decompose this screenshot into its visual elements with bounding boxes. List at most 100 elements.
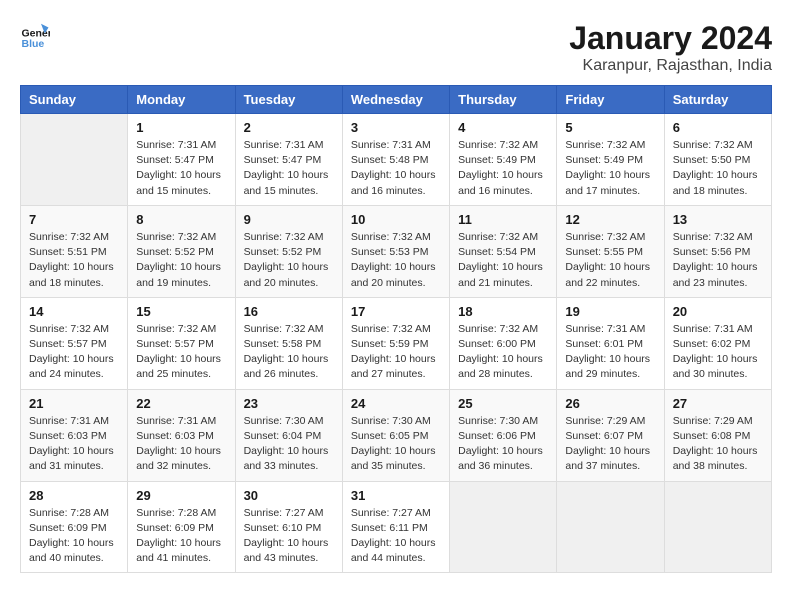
day-info: Sunrise: 7:28 AM Sunset: 6:09 PM Dayligh… bbox=[136, 506, 226, 567]
day-info: Sunrise: 7:32 AM Sunset: 5:52 PM Dayligh… bbox=[244, 230, 334, 291]
day-info: Sunrise: 7:32 AM Sunset: 5:59 PM Dayligh… bbox=[351, 322, 441, 383]
day-info: Sunrise: 7:28 AM Sunset: 6:09 PM Dayligh… bbox=[29, 506, 119, 567]
calendar-cell: 10Sunrise: 7:32 AM Sunset: 5:53 PM Dayli… bbox=[342, 205, 449, 297]
day-info: Sunrise: 7:30 AM Sunset: 6:06 PM Dayligh… bbox=[458, 414, 548, 475]
day-info: Sunrise: 7:32 AM Sunset: 5:49 PM Dayligh… bbox=[565, 138, 655, 199]
day-info: Sunrise: 7:32 AM Sunset: 5:53 PM Dayligh… bbox=[351, 230, 441, 291]
calendar-cell: 9 Sunrise: 7:32 AM Sunset: 5:52 PM Daylig… bbox=[235, 205, 342, 297]
weekday-header-monday: Monday bbox=[128, 86, 235, 114]
location-subtitle: Karanpur, Rajasthan, India bbox=[569, 57, 772, 75]
day-number: 19 bbox=[565, 304, 655, 319]
day-number: 12 bbox=[565, 212, 655, 227]
day-number: 20 bbox=[673, 304, 763, 319]
calendar-cell: 28 Sunrise: 7:28 AM Sunset: 6:09 PM Dayli… bbox=[21, 481, 128, 573]
day-info: Sunrise: 7:29 AM Sunset: 6:07 PM Dayligh… bbox=[565, 414, 655, 475]
day-info: Sunrise: 7:32 AM Sunset: 5:54 PM Dayligh… bbox=[458, 230, 548, 291]
calendar-cell: 6Sunrise: 7:32 AM Sunset: 5:50 PM Daylig… bbox=[664, 114, 771, 206]
calendar-cell: 30 Sunrise: 7:27 AM Sunset: 6:10 PM Dayli… bbox=[235, 481, 342, 573]
day-info: Sunrise: 7:32 AM Sunset: 5:52 PM Dayligh… bbox=[136, 230, 226, 291]
day-info: Sunrise: 7:32 AM Sunset: 5:57 PM Dayligh… bbox=[29, 322, 119, 383]
svg-text:Blue: Blue bbox=[22, 38, 45, 50]
day-number: 14 bbox=[29, 304, 119, 319]
day-number: 15 bbox=[136, 304, 226, 319]
day-info: Sunrise: 7:29 AM Sunset: 6:08 PM Dayligh… bbox=[673, 414, 763, 475]
day-number: 8 bbox=[136, 212, 226, 227]
day-info: Sunrise: 7:31 AM Sunset: 6:03 PM Dayligh… bbox=[29, 414, 119, 475]
day-info: Sunrise: 7:31 AM Sunset: 6:01 PM Dayligh… bbox=[565, 322, 655, 383]
calendar-cell: 29 Sunrise: 7:28 AM Sunset: 6:09 PM Dayli… bbox=[128, 481, 235, 573]
calendar-table: SundayMondayTuesdayWednesdayThursdayFrid… bbox=[20, 85, 772, 573]
day-number: 17 bbox=[351, 304, 441, 319]
calendar-cell: 15 Sunrise: 7:32 AM Sunset: 5:57 PM Dayli… bbox=[128, 297, 235, 389]
weekday-header-row: SundayMondayTuesdayWednesdayThursdayFrid… bbox=[21, 86, 772, 114]
calendar-cell bbox=[21, 114, 128, 206]
logo-icon: General Blue bbox=[20, 20, 50, 50]
calendar-cell: 13Sunrise: 7:32 AM Sunset: 5:56 PM Dayli… bbox=[664, 205, 771, 297]
day-number: 16 bbox=[244, 304, 334, 319]
calendar-week-row: 28 Sunrise: 7:28 AM Sunset: 6:09 PM Dayli… bbox=[21, 481, 772, 573]
day-info: Sunrise: 7:32 AM Sunset: 5:49 PM Dayligh… bbox=[458, 138, 548, 199]
day-info: Sunrise: 7:30 AM Sunset: 6:05 PM Dayligh… bbox=[351, 414, 441, 475]
day-number: 4 bbox=[458, 120, 548, 135]
logo: General Blue bbox=[20, 20, 50, 50]
calendar-cell: 27 Sunrise: 7:29 AM Sunset: 6:08 PM Dayli… bbox=[664, 389, 771, 481]
calendar-cell: 12 Sunrise: 7:32 AM Sunset: 5:55 PM Dayli… bbox=[557, 205, 664, 297]
calendar-cell: 8 Sunrise: 7:32 AM Sunset: 5:52 PM Daylig… bbox=[128, 205, 235, 297]
day-info: Sunrise: 7:32 AM Sunset: 5:51 PM Dayligh… bbox=[29, 230, 119, 291]
day-number: 26 bbox=[565, 396, 655, 411]
day-number: 9 bbox=[244, 212, 334, 227]
month-title: January 2024 bbox=[569, 20, 772, 57]
title-block: January 2024 Karanpur, Rajasthan, India bbox=[569, 20, 772, 75]
day-number: 11 bbox=[458, 212, 548, 227]
calendar-cell: 4 Sunrise: 7:32 AM Sunset: 5:49 PM Daylig… bbox=[450, 114, 557, 206]
day-number: 23 bbox=[244, 396, 334, 411]
calendar-cell: 20 Sunrise: 7:31 AM Sunset: 6:02 PM Dayli… bbox=[664, 297, 771, 389]
weekday-header-wednesday: Wednesday bbox=[342, 86, 449, 114]
day-number: 2 bbox=[244, 120, 334, 135]
calendar-cell: 25 Sunrise: 7:30 AM Sunset: 6:06 PM Dayli… bbox=[450, 389, 557, 481]
day-number: 31 bbox=[351, 488, 441, 503]
calendar-cell: 31 Sunrise: 7:27 AM Sunset: 6:11 PM Dayli… bbox=[342, 481, 449, 573]
day-number: 5 bbox=[565, 120, 655, 135]
day-info: Sunrise: 7:30 AM Sunset: 6:04 PM Dayligh… bbox=[244, 414, 334, 475]
calendar-week-row: 1 Sunrise: 7:31 AM Sunset: 5:47 PM Daylig… bbox=[21, 114, 772, 206]
weekday-header-tuesday: Tuesday bbox=[235, 86, 342, 114]
calendar-cell: 23 Sunrise: 7:30 AM Sunset: 6:04 PM Dayli… bbox=[235, 389, 342, 481]
day-number: 13 bbox=[673, 212, 763, 227]
day-number: 22 bbox=[136, 396, 226, 411]
day-number: 18 bbox=[458, 304, 548, 319]
day-number: 25 bbox=[458, 396, 548, 411]
day-number: 3 bbox=[351, 120, 441, 135]
day-info: Sunrise: 7:31 AM Sunset: 5:48 PM Dayligh… bbox=[351, 138, 441, 199]
day-number: 27 bbox=[673, 396, 763, 411]
calendar-cell: 5 Sunrise: 7:32 AM Sunset: 5:49 PM Daylig… bbox=[557, 114, 664, 206]
day-number: 1 bbox=[136, 120, 226, 135]
day-number: 24 bbox=[351, 396, 441, 411]
day-info: Sunrise: 7:31 AM Sunset: 5:47 PM Dayligh… bbox=[136, 138, 226, 199]
day-number: 29 bbox=[136, 488, 226, 503]
calendar-week-row: 14 Sunrise: 7:32 AM Sunset: 5:57 PM Dayli… bbox=[21, 297, 772, 389]
calendar-cell: 22Sunrise: 7:31 AM Sunset: 6:03 PM Dayli… bbox=[128, 389, 235, 481]
calendar-cell: 17 Sunrise: 7:32 AM Sunset: 5:59 PM Dayli… bbox=[342, 297, 449, 389]
calendar-cell: 19 Sunrise: 7:31 AM Sunset: 6:01 PM Dayli… bbox=[557, 297, 664, 389]
calendar-cell bbox=[450, 481, 557, 573]
weekday-header-saturday: Saturday bbox=[664, 86, 771, 114]
day-info: Sunrise: 7:32 AM Sunset: 5:58 PM Dayligh… bbox=[244, 322, 334, 383]
day-info: Sunrise: 7:31 AM Sunset: 6:02 PM Dayligh… bbox=[673, 322, 763, 383]
day-info: Sunrise: 7:32 AM Sunset: 5:57 PM Dayligh… bbox=[136, 322, 226, 383]
calendar-cell: 1 Sunrise: 7:31 AM Sunset: 5:47 PM Daylig… bbox=[128, 114, 235, 206]
calendar-cell: 21Sunrise: 7:31 AM Sunset: 6:03 PM Dayli… bbox=[21, 389, 128, 481]
day-info: Sunrise: 7:27 AM Sunset: 6:11 PM Dayligh… bbox=[351, 506, 441, 567]
day-info: Sunrise: 7:32 AM Sunset: 6:00 PM Dayligh… bbox=[458, 322, 548, 383]
calendar-cell: 16 Sunrise: 7:32 AM Sunset: 5:58 PM Dayli… bbox=[235, 297, 342, 389]
day-info: Sunrise: 7:27 AM Sunset: 6:10 PM Dayligh… bbox=[244, 506, 334, 567]
weekday-header-thursday: Thursday bbox=[450, 86, 557, 114]
calendar-cell bbox=[664, 481, 771, 573]
day-number: 30 bbox=[244, 488, 334, 503]
day-info: Sunrise: 7:32 AM Sunset: 5:55 PM Dayligh… bbox=[565, 230, 655, 291]
calendar-cell: 11 Sunrise: 7:32 AM Sunset: 5:54 PM Dayli… bbox=[450, 205, 557, 297]
calendar-cell: 24 Sunrise: 7:30 AM Sunset: 6:05 PM Dayli… bbox=[342, 389, 449, 481]
day-number: 28 bbox=[29, 488, 119, 503]
calendar-cell: 26 Sunrise: 7:29 AM Sunset: 6:07 PM Dayli… bbox=[557, 389, 664, 481]
calendar-cell: 7Sunrise: 7:32 AM Sunset: 5:51 PM Daylig… bbox=[21, 205, 128, 297]
